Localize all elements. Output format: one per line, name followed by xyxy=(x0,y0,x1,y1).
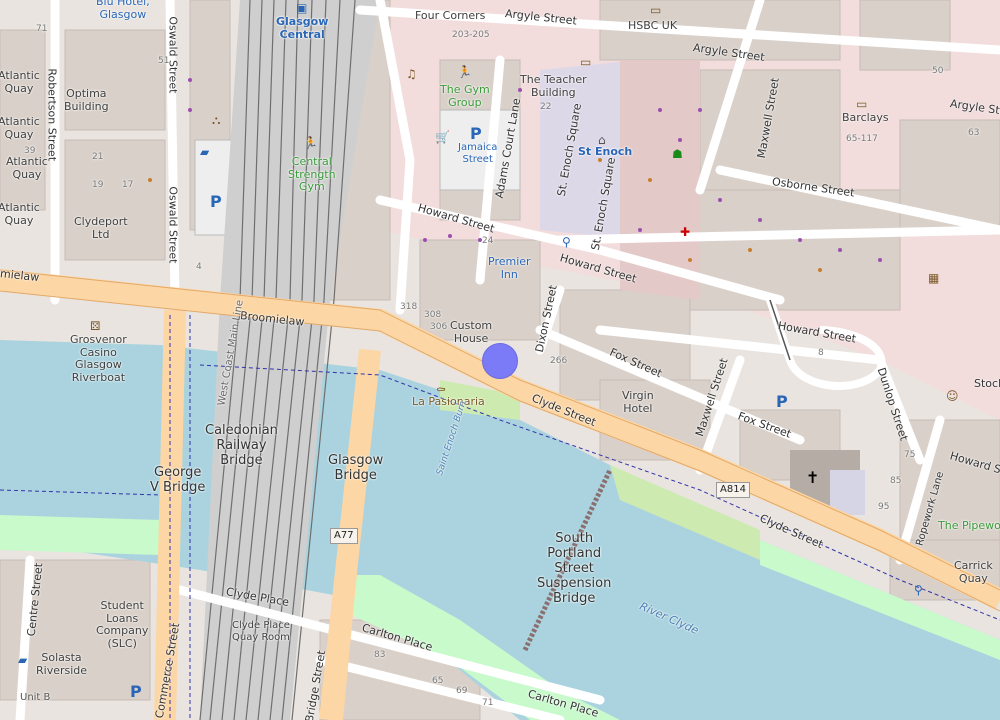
house-number: 306 xyxy=(430,322,448,332)
bridge-george-v[interactable]: George V Bridge xyxy=(150,465,205,496)
building-custom-house: Custom House xyxy=(450,319,493,345)
bicycle-icon[interactable]: ⚲ xyxy=(562,236,571,248)
bank-icon[interactable]: ▭ xyxy=(856,98,867,110)
road-oswald-street: Oswald Street xyxy=(166,16,180,94)
bicycle-icon[interactable]: ⚲ xyxy=(914,584,923,596)
current-location-marker[interactable] xyxy=(482,343,518,379)
fitness-icon[interactable]: 🏃 xyxy=(457,66,472,78)
shop-icon[interactable]: 🛒 xyxy=(435,131,450,143)
bank-icon[interactable]: ▭ xyxy=(650,4,661,16)
house-number: 19 xyxy=(92,180,104,190)
parking-icon[interactable]: P xyxy=(776,392,788,411)
poi-glasgow-central[interactable]: Glasgow Central xyxy=(276,15,328,41)
house-number: 69 xyxy=(456,686,468,696)
parking-icon[interactable]: P xyxy=(210,192,222,211)
cinema-icon[interactable]: ▦ xyxy=(928,272,939,284)
poi-virgin-hotel[interactable]: Virgin Hotel xyxy=(622,389,654,415)
house-number: 203-205 xyxy=(452,30,490,40)
poi-la-pasionaria[interactable]: La Pasionaria xyxy=(412,395,485,409)
road-oswald-street: Oswald Street xyxy=(166,186,180,264)
poi-premier-inn[interactable]: Premier Inn xyxy=(488,255,531,281)
house-number: 71 xyxy=(36,24,48,34)
house-number: 95 xyxy=(878,502,890,512)
car-icon[interactable]: ▰ xyxy=(18,654,27,666)
map-canvas[interactable]: A77 A814 P P P P ▭ ▭ ▭ ⌂ ☗ ✚ 🏃 🏃 ♫ 🛒 ▦ ✝… xyxy=(0,0,1000,720)
theatre-icon[interactable]: ☺ xyxy=(946,390,959,402)
house-number: 308 xyxy=(424,310,442,320)
artwork-icon[interactable]: ⛬ xyxy=(212,114,220,126)
building-teacher: The Teacher Building xyxy=(520,73,587,99)
house-number: 8 xyxy=(818,348,824,358)
place-atlantic-quay: Atlantic Quay xyxy=(0,201,40,227)
house-number: 51 xyxy=(158,56,170,66)
house-number: 17 xyxy=(122,180,134,190)
building-solasta: Solasta Riverside xyxy=(36,651,88,677)
game-icon[interactable]: ☗ xyxy=(672,148,683,160)
fitness-icon[interactable]: 🏃 xyxy=(303,137,318,149)
place-atlantic-quay: Atlantic Quay xyxy=(6,155,48,181)
poi-grosvenor-casino[interactable]: Grosvenor Casino Glasgow Riverboat xyxy=(70,333,127,385)
house-number: 22 xyxy=(540,102,552,112)
parking-icon[interactable]: P xyxy=(470,124,482,143)
house-number: 266 xyxy=(550,356,568,366)
house-number: 50 xyxy=(932,66,944,76)
bridge-caledonian-railway[interactable]: Caledonian Railway Bridge xyxy=(205,423,278,469)
house-number: 85 xyxy=(890,476,902,486)
church-icon[interactable]: ✝ xyxy=(806,470,819,486)
car-rental-icon[interactable]: ▰ xyxy=(200,146,209,158)
building-optima: Optima Building xyxy=(64,87,109,113)
parking-icon[interactable]: P xyxy=(130,682,142,701)
house-number: 83 xyxy=(374,650,386,660)
place-atlantic-quay: Atlantic Quay xyxy=(0,115,40,141)
road-stock: Stock xyxy=(974,377,1000,390)
poi-gym-group[interactable]: The Gym Group xyxy=(440,83,490,109)
poi-clydeport[interactable]: Clydeport Ltd xyxy=(74,215,128,241)
poi-blu-hotel[interactable]: Blu Hotel, Glasgow xyxy=(96,0,150,21)
station-st-enoch[interactable]: St Enoch xyxy=(578,145,632,159)
house-number: 4 xyxy=(196,262,202,272)
poi-student-loans[interactable]: Student Loans Company (SLC) xyxy=(96,599,148,651)
parking-jamaica-street[interactable]: Jamaica Street xyxy=(458,142,497,165)
place-carrick-quay: Carrick Quay xyxy=(954,559,993,585)
train-station-icon[interactable]: ▣ xyxy=(296,2,307,14)
place-four-corners: Four Corners xyxy=(415,9,486,22)
bank-icon[interactable]: ▭ xyxy=(580,56,591,68)
house-number: 63 xyxy=(968,128,980,138)
building-unit-b: Unit B xyxy=(20,692,51,703)
poi-clyde-place-quay-room[interactable]: Clyde Place Quay Room xyxy=(232,620,290,643)
house-number: 21 xyxy=(92,152,104,162)
poi-pipework[interactable]: The Pipework xyxy=(938,519,1000,533)
house-number: 318 xyxy=(400,302,418,312)
poi-hsbc[interactable]: HSBC UK xyxy=(628,19,677,33)
house-number: 39 xyxy=(24,146,36,156)
poi-central-strength-gym[interactable]: Central Strength Gym xyxy=(288,155,336,194)
place-atlantic-quay: Atlantic Quay xyxy=(0,69,40,95)
road-shield-a814: A814 xyxy=(716,482,750,498)
house-number: 65 xyxy=(432,676,444,686)
bridge-south-portland[interactable]: South Portland Street Suspension Bridge xyxy=(537,531,611,607)
house-number: 75 xyxy=(904,450,916,460)
road-shield-a77: A77 xyxy=(330,528,358,544)
road-robertson-street: Robertson Street xyxy=(45,68,59,162)
house-number: 24 xyxy=(482,236,494,246)
house-number: 71 xyxy=(482,698,494,708)
poi-barclays[interactable]: Barclays xyxy=(842,111,889,125)
pharmacy-icon[interactable]: ✚ xyxy=(680,226,690,238)
bridge-glasgow[interactable]: Glasgow Bridge xyxy=(328,453,383,484)
music-icon[interactable]: ♫ xyxy=(406,68,417,80)
house-number: 65-117 xyxy=(846,134,878,144)
casino-icon[interactable]: ⚄ xyxy=(90,320,100,332)
